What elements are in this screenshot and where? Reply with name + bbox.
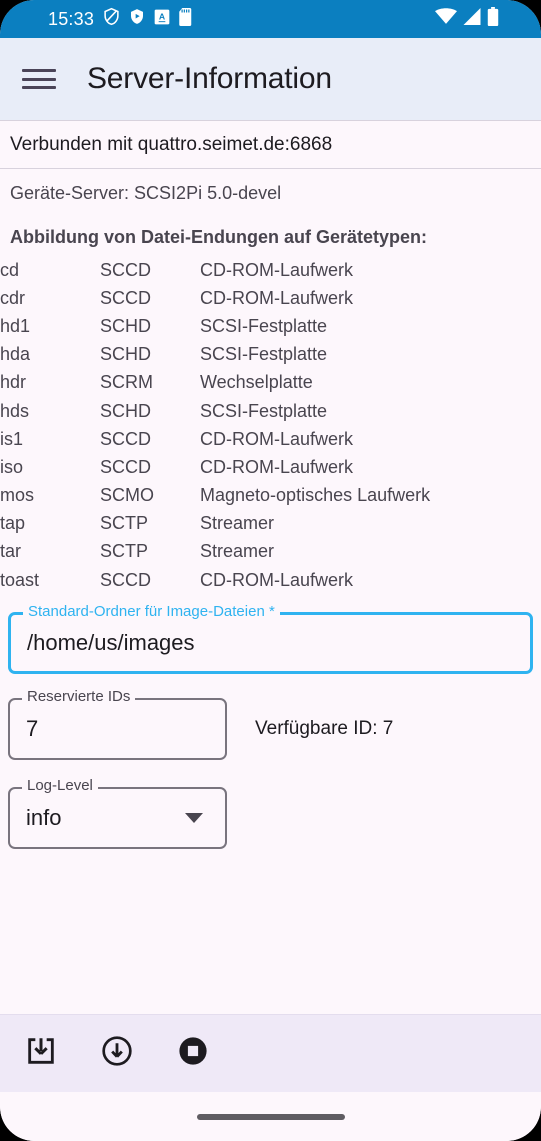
device-description: CD-ROM-Laufwerk: [200, 569, 354, 590]
hamburger-line: [22, 77, 56, 81]
image-folder-field[interactable]: Standard-Ordner für Image-Dateien * /hom…: [8, 604, 533, 675]
table-row: hda SCHD SCSI-Festplatte: [0, 341, 541, 369]
bottom-action-bar: [0, 1014, 541, 1092]
status-bar-left: 15:33 A: [48, 7, 193, 31]
device-type: SCHD: [100, 344, 152, 365]
mapping-section-title: Abbildung von Datei-Endungen auf Gerätet…: [10, 227, 428, 247]
device-mapping-table: cd SCCD CD-ROM-Laufwerk cdr SCCD CD-ROM-Laufw…: [0, 256, 541, 594]
shield-play-icon: [129, 7, 145, 31]
sd-card-icon: [179, 7, 193, 31]
device-description: SCSI-Festplatte: [200, 400, 328, 421]
device-description: SCSI-Festplatte: [200, 315, 328, 336]
reserved-ids-row: Reservierte IDs 7 Verfügbare ID: 7: [8, 689, 533, 761]
download-circle-icon[interactable]: [100, 1034, 134, 1073]
table-row: tap SCTP Streamer: [0, 510, 541, 538]
device-extension: cd: [0, 259, 20, 280]
table-row: cd SCCD CD-ROM-Laufwerk: [0, 256, 541, 284]
table-row: hd1 SCHD SCSI-Festplatte: [0, 312, 541, 340]
table-row: tar SCTP Streamer: [0, 538, 541, 566]
a-square-icon: A: [154, 9, 170, 30]
reserved-ids-field[interactable]: Reservierte IDs 7: [8, 689, 227, 761]
status-bar-right: [435, 7, 499, 31]
device-description: SCSI-Festplatte: [200, 344, 328, 365]
image-folder-label: Standard-Ordner für Image-Dateien *: [23, 604, 280, 620]
status-bar-clock: 15:33: [48, 9, 95, 29]
device-type: SCCD: [100, 259, 152, 280]
app-bar: Server-Information: [0, 38, 541, 120]
device-extension: hdr: [0, 372, 27, 393]
save-to-tray-icon[interactable]: [24, 1034, 58, 1073]
device-type: SCHD: [100, 315, 152, 336]
device-server-version: Geräte-Server: SCSI2Pi 5.0-devel: [10, 183, 282, 203]
image-folder-field-wrapper: Standard-Ordner für Image-Dateien * /hom…: [8, 604, 533, 675]
log-level-select[interactable]: Log-Level info: [8, 778, 227, 850]
device-extension: mos: [0, 485, 35, 506]
svg-text:A: A: [159, 11, 166, 21]
cellular-signal-icon: [462, 8, 482, 30]
device-type: SCTP: [100, 541, 149, 562]
connection-status: Verbunden mit quattro.seimet.de:6868: [10, 134, 333, 155]
status-bar: 15:33 A: [0, 0, 541, 38]
shield-slash-icon: [103, 7, 120, 31]
table-row: hdr SCRM Wechselplatte: [0, 369, 541, 397]
phone-frame: 15:33 A Server-Information Verbunden mit…: [0, 0, 541, 1141]
phone-screen: 15:33 A Server-Information Verbunden mit…: [0, 0, 541, 1141]
device-description: Streamer: [200, 541, 275, 562]
home-gesture-pill[interactable]: [196, 1113, 345, 1120]
device-type: SCHD: [100, 400, 152, 421]
device-extension: is1: [0, 428, 24, 449]
wifi-icon: [435, 8, 457, 30]
device-extension: hda: [0, 344, 31, 365]
device-type: SCRM: [100, 372, 153, 393]
device-extension: tar: [0, 541, 22, 562]
table-row: iso SCCD CD-ROM-Laufwerk: [0, 453, 541, 481]
table-row: hds SCHD SCSI-Festplatte: [0, 397, 541, 425]
stop-icon[interactable]: [176, 1034, 210, 1073]
table-row: is1 SCCD CD-ROM-Laufwerk: [0, 425, 541, 453]
main-content: Verbunden mit quattro.seimet.de:6868 Ger…: [0, 120, 541, 1014]
device-description: Wechselplatte: [200, 372, 313, 393]
table-row: toast SCCD CD-ROM-Laufwerk: [0, 566, 541, 594]
device-description: CD-ROM-Laufwerk: [200, 456, 354, 477]
device-extension: hds: [0, 400, 30, 421]
table-row: mos SCMO Magneto-optisches Laufwerk: [0, 482, 541, 510]
device-type: SCCD: [100, 456, 152, 477]
image-folder-value: /home/us/images: [27, 630, 195, 656]
log-level-label: Log-Level: [22, 778, 98, 794]
device-extension: cdr: [0, 287, 26, 308]
reserved-ids-field-wrapper: Reservierte IDs 7: [8, 689, 227, 761]
battery-icon: [487, 7, 499, 31]
hamburger-menu-icon[interactable]: [22, 66, 56, 92]
device-description: CD-ROM-Laufwerk: [200, 259, 354, 280]
device-extension: tap: [0, 513, 26, 534]
reserved-ids-label: Reservierte IDs: [22, 689, 136, 705]
device-type: SCCD: [100, 287, 152, 308]
device-description: CD-ROM-Laufwerk: [200, 287, 354, 308]
reserved-ids-value: 7: [26, 716, 39, 742]
hamburger-line: [22, 86, 56, 89]
log-level-field-wrapper: Log-Level info: [8, 778, 227, 850]
available-id-text: Verfügbare ID: 7: [255, 718, 394, 740]
device-type: SCCD: [100, 428, 152, 449]
device-extension: toast: [0, 569, 40, 590]
log-level-value: info: [26, 805, 62, 831]
device-type: SCTP: [100, 513, 149, 534]
page-title: Server-Information: [87, 62, 332, 95]
gesture-navigation-bar: [0, 1092, 541, 1141]
device-extension: hd1: [0, 315, 31, 336]
device-type: SCCD: [100, 569, 152, 590]
device-description: Streamer: [200, 513, 275, 534]
hamburger-line: [22, 69, 56, 72]
device-extension: iso: [0, 456, 24, 477]
table-row: cdr SCCD CD-ROM-Laufwerk: [0, 284, 541, 312]
device-description: Magneto-optisches Laufwerk: [200, 485, 431, 506]
device-description: CD-ROM-Laufwerk: [200, 428, 354, 449]
device-type: SCMO: [100, 485, 154, 506]
chevron-down-icon[interactable]: [185, 813, 203, 824]
